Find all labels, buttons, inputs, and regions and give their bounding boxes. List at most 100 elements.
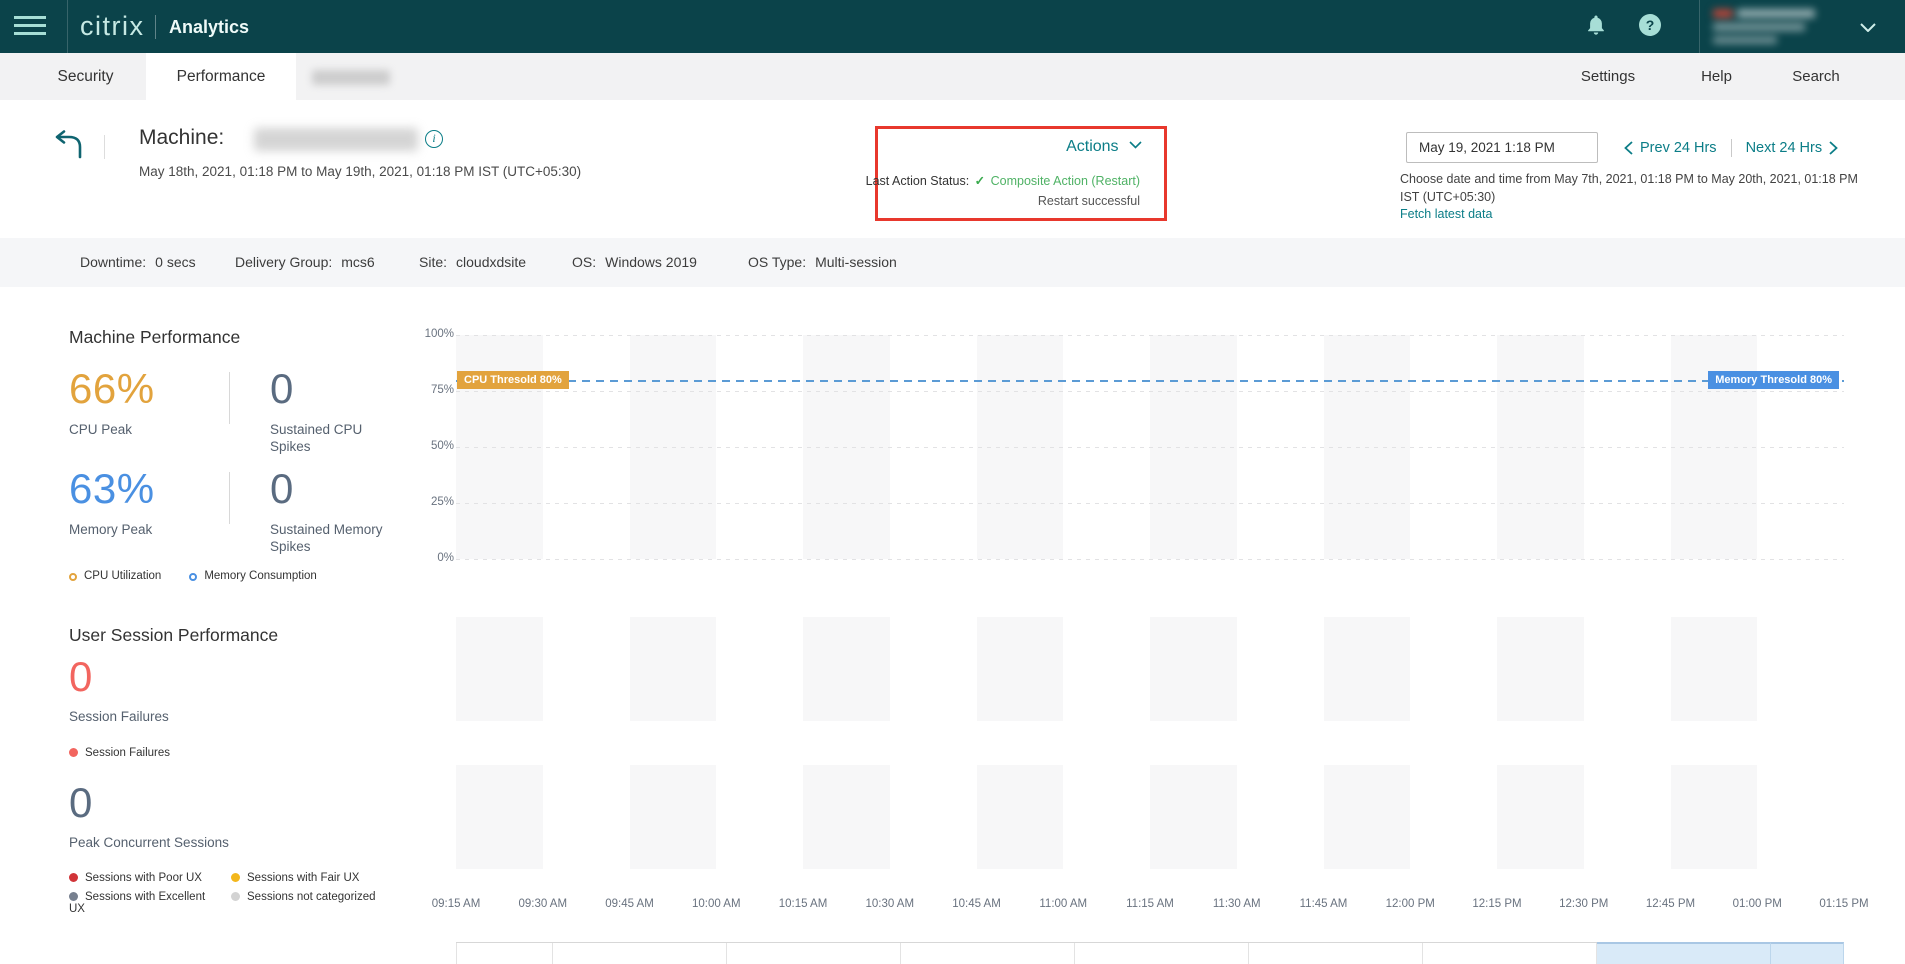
tab-redacted[interactable] (312, 70, 390, 85)
menu-icon[interactable] (14, 16, 46, 38)
actions-dropdown[interactable]: Actions (1066, 138, 1142, 156)
poor-ux-dot-icon (69, 873, 78, 882)
x-axis-tick: 12:30 PM (1559, 898, 1608, 910)
table-cell[interactable] (553, 943, 727, 964)
session-failures-label: Session Failures (69, 708, 169, 725)
table-cell[interactable] (727, 943, 901, 964)
top-navbar: citrix Analytics ? (0, 0, 1905, 53)
user-divider (1699, 0, 1700, 53)
legend-sessions-fair-ux: Sessions with Fair UX (231, 872, 409, 884)
table-cell-selected[interactable] (1597, 942, 1771, 964)
table-cell[interactable] (1075, 943, 1249, 964)
tab-performance[interactable]: Performance (146, 53, 296, 100)
tab-security[interactable]: Security (38, 53, 133, 100)
citrix-analytics-app: citrix Analytics ? Security Performance … (0, 0, 1905, 964)
chevron-left-icon (1624, 141, 1633, 155)
y-axis-tick: 50% (420, 440, 454, 452)
next-24hrs-button[interactable]: Next 24 Hrs (1746, 140, 1839, 156)
info-icon[interactable]: i (425, 130, 443, 148)
last-action-value: Composite Action (Restart) (991, 174, 1140, 188)
chart-band (1671, 617, 1758, 721)
table-cell[interactable] (1249, 943, 1423, 964)
x-axis-tick: 12:00 PM (1386, 898, 1435, 910)
table-cell[interactable] (1423, 943, 1597, 964)
cpu-peak-label: CPU Peak (69, 421, 132, 438)
y-axis-tick: 0% (420, 552, 454, 564)
chart-band (977, 765, 1064, 869)
navbar-divider (67, 0, 68, 53)
x-axis-tick: 11:15 AM (1126, 898, 1174, 910)
gridline (456, 559, 1844, 560)
citrix-logo: citrix (80, 0, 145, 53)
chart-band (1150, 617, 1237, 721)
machine-performance-chart: CPU Thresold 80% Memory Thresold 80% (456, 335, 1844, 559)
sustained-cpu-spikes-label: Sustained CPU Spikes (270, 421, 395, 455)
chart-band (1150, 765, 1237, 869)
delivery-group-stat: Delivery Group:mcs6 (235, 238, 375, 287)
table-cell[interactable] (901, 943, 1075, 964)
chart-band (1671, 765, 1758, 869)
session-ux-legend: Sessions with Poor UX Sessions with Fair… (69, 872, 409, 915)
legend-cpu-utilization: CPU Utilization (69, 570, 161, 582)
x-axis-tick: 12:15 PM (1472, 898, 1521, 910)
date-time-input[interactable] (1406, 132, 1598, 163)
success-check-icon: ✓ (973, 174, 987, 188)
chevron-down-icon[interactable] (1860, 23, 1876, 32)
concurrent-sessions-chart (456, 765, 1844, 869)
memory-peak-label: Memory Peak (69, 521, 152, 538)
session-failures-dot-icon (69, 748, 78, 757)
legend-session-failures: Session Failures (69, 747, 170, 759)
time-nav-divider (1731, 139, 1732, 157)
sustained-memory-spikes-value: 0 (270, 465, 294, 513)
memory-peak-value: 63% (69, 465, 155, 513)
table-cell[interactable] (456, 943, 553, 964)
back-icon[interactable] (50, 130, 84, 160)
stat-divider (229, 472, 230, 524)
gridline (456, 447, 1844, 448)
chart-band (1497, 617, 1584, 721)
site-stat: Site:cloudxdsite (419, 238, 526, 287)
sustained-memory-spikes-label: Sustained Memory Spikes (270, 521, 395, 555)
chart-band (1324, 765, 1411, 869)
y-axis-tick: 75% (420, 384, 454, 396)
session-failures-chart (456, 617, 1844, 721)
user-menu-redacted[interactable] (1705, 0, 1855, 53)
user-session-performance-title: User Session Performance (69, 625, 278, 646)
help-icon[interactable]: ? (1639, 14, 1663, 38)
fetch-latest-data-link[interactable]: Fetch latest data (1400, 207, 1492, 221)
prev-24hrs-label: Prev 24 Hrs (1640, 140, 1717, 156)
chart-band (630, 617, 717, 721)
settings-link[interactable]: Settings (1578, 53, 1638, 100)
x-axis-tick: 11:30 AM (1213, 898, 1261, 910)
legend-sessions-poor-ux: Sessions with Poor UX (69, 872, 231, 884)
chart-band (1497, 765, 1584, 869)
product-title: Analytics (169, 0, 249, 54)
chart-band (803, 765, 890, 869)
bell-icon[interactable] (1585, 14, 1609, 38)
legend-memory-consumption: Memory Consumption (189, 570, 316, 582)
memory-legend-ring-icon (189, 573, 197, 581)
x-axis-tick: 11:00 AM (1039, 898, 1087, 910)
chart-band (1324, 617, 1411, 721)
machine-header: Machine: i May 18th, 2021, 01:18 PM to M… (0, 100, 1905, 238)
table-cell-selected[interactable] (1771, 942, 1844, 964)
brand-divider (155, 15, 156, 39)
not-categorized-dot-icon (231, 892, 240, 901)
search-link[interactable]: Search (1786, 53, 1846, 100)
prev-24hrs-button[interactable]: Prev 24 Hrs (1624, 140, 1717, 156)
help-link[interactable]: Help (1699, 53, 1734, 100)
legend-sessions-excellent-ux: Sessions with Excellent UX (69, 891, 219, 915)
chart-band (456, 617, 543, 721)
date-hint-text: Choose date and time from May 7th, 2021,… (1400, 171, 1874, 206)
machine-performance-legend: CPU Utilization Memory Consumption (69, 570, 317, 582)
os-stat: OS:Windows 2019 (572, 238, 697, 287)
cpu-legend-ring-icon (69, 573, 77, 581)
bottom-table (456, 942, 1844, 964)
tab-bar: Security Performance Settings Help Searc… (0, 53, 1905, 100)
x-axis-tick: 10:15 AM (779, 898, 828, 910)
last-action-result: Restart successful (1038, 194, 1140, 208)
machine-info-bar: Downtime:0 secs Delivery Group:mcs6 Site… (0, 238, 1905, 287)
page-title: Machine: (139, 126, 224, 150)
machine-name-redacted (254, 128, 418, 151)
peak-concurrent-sessions-value: 0 (69, 779, 93, 827)
